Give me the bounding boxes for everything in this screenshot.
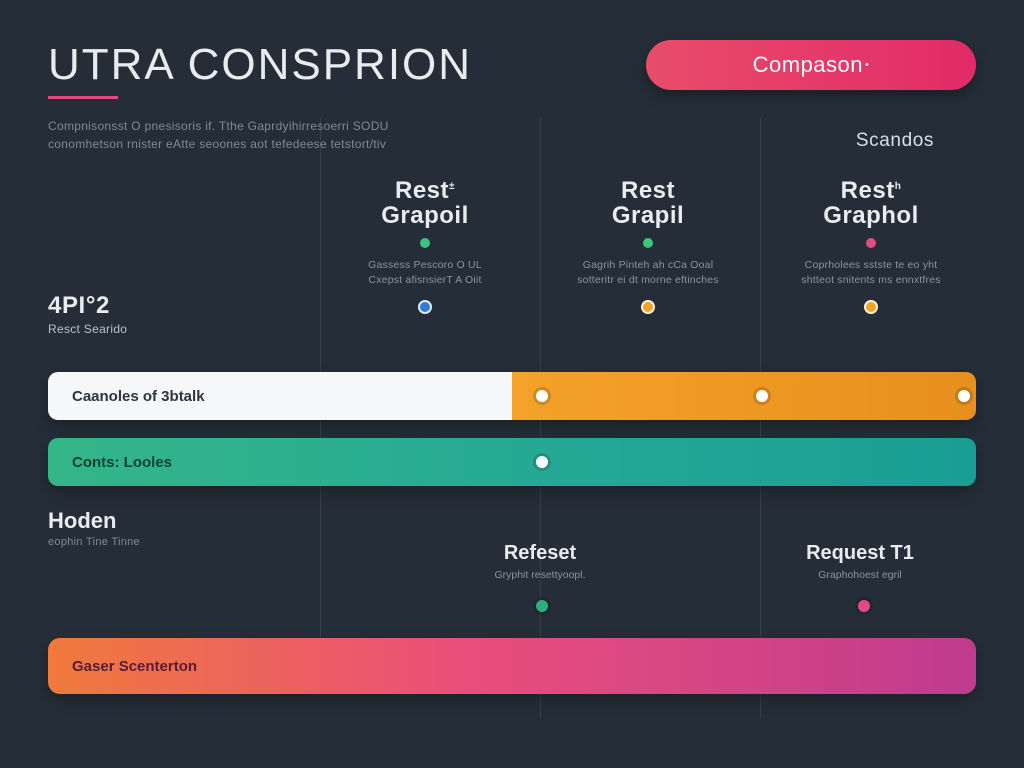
connector-dot	[858, 600, 870, 612]
row-1-segment-b	[512, 372, 976, 420]
column-title: Rest Grapil	[543, 178, 753, 228]
badge-sup: •	[865, 59, 869, 71]
section-api2: 4PI°2 Resct Searido	[48, 292, 127, 336]
column-3: Resth Graphol Coprholees sstste te eo yh…	[766, 178, 976, 314]
diagram-canvas: UTRA CONSPRION Compnisonsst O pnesisoris…	[0, 0, 1024, 768]
comparison-badge: Compason•	[646, 40, 976, 90]
column-desc: Gassess Pescoro O UL Cxepst afisnsierT A…	[320, 258, 530, 287]
minidot-icon	[641, 300, 655, 314]
row-bar-3: Gaser Scenterton	[48, 638, 976, 694]
subtitle: Compnisonsst O pnesisoris if. Tthe Gaprd…	[48, 117, 478, 153]
title-underline	[48, 96, 118, 99]
midlabel-request: Request T1 Graphohoest egril	[760, 542, 960, 581]
column-title: Resth Graphol	[766, 178, 976, 228]
row-1-label: Caanoles of 3btalk	[72, 388, 205, 405]
row-bar-1: Caanoles of 3btalk	[48, 372, 976, 420]
connector-dot	[536, 390, 548, 402]
row-bar-2: Conts: Looles	[48, 438, 976, 486]
minidot-icon	[418, 300, 432, 314]
column-title: Rest± Grapoil	[320, 178, 530, 228]
subtitle-line2: conomhetson rnister eAtte seoones aot te…	[48, 137, 386, 151]
midlabel-b-sub: Graphohoest egril	[760, 569, 960, 581]
column-desc: Coprholees sstste te eo yht shtteot snit…	[766, 258, 976, 287]
connector-dot	[958, 390, 970, 402]
column-1: Rest± Grapoil Gassess Pescoro O UL Cxeps…	[320, 178, 530, 314]
midlabel-a-sub: Gryphit resettyoopl.	[440, 569, 640, 581]
midlabel-b-title: Request T1	[760, 542, 960, 565]
section2-subtitle: eophin Tine Tinne	[48, 536, 140, 548]
section-subtitle: Resct Searido	[48, 322, 127, 336]
section2-title: Hoden	[48, 508, 140, 534]
midlabel-a-title: Refeset	[440, 542, 640, 565]
row-2-label: Conts: Looles	[72, 454, 172, 471]
subtitle-line1: Compnisonsst O pnesisoris if. Tthe Gaprd…	[48, 119, 389, 133]
dot-icon	[643, 238, 653, 248]
connector-dot	[756, 390, 768, 402]
row-3-label: Gaser Scenterton	[72, 658, 197, 675]
section-hoden: Hoden eophin Tine Tinne	[48, 508, 140, 548]
minidot-icon	[864, 300, 878, 314]
column-desc: Gagrih Pinteh ah cCa Ooal sotteritr ei d…	[543, 258, 753, 287]
connector-dot	[536, 600, 548, 612]
column-headers: Rest± Grapoil Gassess Pescoro O UL Cxeps…	[320, 178, 976, 314]
column-2: Rest Grapil Gagrih Pinteh ah cCa Ooal so…	[543, 178, 753, 314]
connector-dot	[536, 456, 548, 468]
row-1-segment-a: Caanoles of 3btalk	[48, 372, 512, 420]
section-title: 4PI°2	[48, 292, 127, 320]
dot-icon	[420, 238, 430, 248]
badge-label: Compason	[753, 52, 863, 78]
scandos-label: Scandos	[856, 130, 934, 152]
dot-icon	[866, 238, 876, 248]
midlabel-refeset: Refeset Gryphit resettyoopl.	[440, 542, 640, 581]
